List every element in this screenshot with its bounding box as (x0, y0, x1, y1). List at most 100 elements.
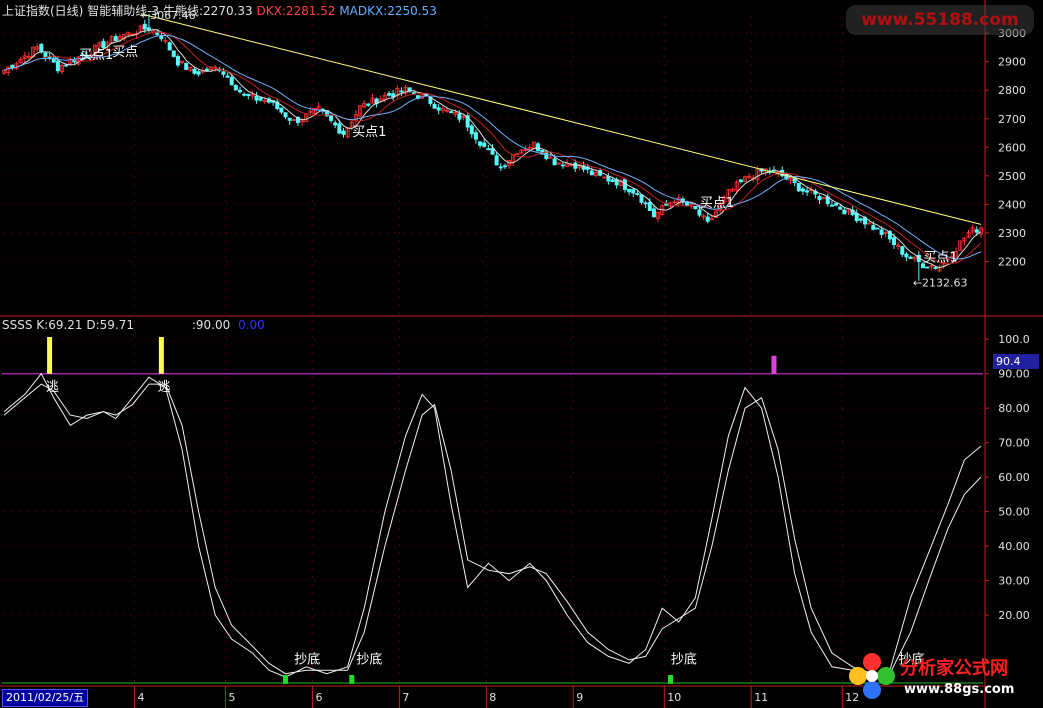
candle-body (279, 107, 284, 113)
chart-grid (2, 16, 985, 684)
madkx-label: MADKX:2250.53 (339, 4, 437, 18)
zero-label: 0.00 (238, 318, 265, 332)
watermark-title: 分析家公式网 (900, 658, 1008, 679)
price-tick-label: 2700 (998, 113, 1026, 126)
candle-body (627, 188, 632, 193)
candle-body (552, 158, 557, 166)
candle-body (610, 179, 615, 182)
candle-body (175, 56, 180, 66)
price-tick-label: 2200 (998, 255, 1026, 268)
candle-body (502, 165, 507, 168)
candle-body (43, 52, 48, 58)
buy-point-label: 买点1 (352, 125, 386, 140)
candle-body (469, 125, 474, 135)
indicator-tick-label: 90.00 (998, 368, 1030, 381)
flower-logo-icon (849, 653, 895, 699)
candle-body (196, 71, 201, 75)
candle-body (842, 209, 847, 215)
price-annotations: ←3067.46←2132.63买点1买点买点1买点1买点1 (79, 9, 968, 290)
candle-body (242, 93, 247, 96)
indicator-tick-label: 30.00 (998, 575, 1030, 588)
low-price-label: ←2132.63 (913, 277, 968, 290)
signal-label: 逃 (158, 380, 171, 395)
k-label: K:69.21 (36, 318, 83, 332)
candle-body (631, 189, 636, 194)
indicator-header: SSSS K:69.21 D:59.71 :90.00 0.00 (2, 318, 265, 332)
candle-body (908, 256, 913, 259)
candle-body (142, 23, 147, 30)
dkx-label: DKX:2281.52 (256, 4, 336, 18)
candle-body (486, 148, 491, 151)
candle-body (490, 147, 495, 155)
candle-body (738, 179, 743, 183)
candle-body (39, 43, 44, 53)
candle-body (10, 64, 15, 68)
price-tick-label: 2600 (998, 141, 1026, 154)
buy-point-label: 买点 (112, 45, 138, 60)
candle-body (192, 68, 197, 74)
date-tick-label: 10 (667, 691, 681, 704)
date-tick-label: 9 (576, 691, 583, 704)
date-tick-label: 8 (489, 691, 496, 704)
indicator-tick-label: 60.00 (998, 471, 1030, 484)
candle-body (829, 204, 834, 207)
x-axis-ticks: 4 5 6 7 8 9 10 11 12 (133, 686, 859, 708)
indicator-tick-label: 80.00 (998, 402, 1030, 415)
candle-body (900, 246, 905, 255)
candle-body (834, 203, 839, 206)
date-tick-label: 5 (229, 691, 236, 704)
buy-point-label: 买点1 (923, 250, 957, 265)
candle-body (494, 155, 499, 166)
date-tick-label: 7 (402, 691, 409, 704)
candle-body (329, 115, 334, 121)
indicator-name: 智能辅助线-3 (87, 4, 160, 18)
candle-body (560, 164, 565, 167)
candle-body (838, 206, 843, 210)
candle-body (221, 71, 226, 75)
price-tick-label: 2800 (998, 84, 1026, 97)
indicator-tick-label: 50.00 (998, 506, 1030, 519)
candle-body (391, 93, 396, 98)
price-tick-label: 2300 (998, 227, 1026, 240)
candle-body (225, 75, 230, 78)
candle-body (366, 103, 371, 106)
candle-body (473, 132, 478, 140)
candle-body (858, 218, 863, 221)
chart-frame (0, 0, 1043, 708)
candle-body (498, 166, 503, 169)
candle-body (536, 143, 541, 152)
date-tick-label: 6 (315, 691, 322, 704)
candle-body (875, 227, 880, 230)
cursor-value-box: 90.4 (993, 354, 1039, 369)
candle-body (167, 42, 172, 51)
candle-body (333, 122, 338, 126)
candle-body (871, 225, 876, 230)
candle-body (892, 237, 897, 245)
candle-body (64, 64, 69, 67)
watermark-url: www.88gs.com (904, 682, 1015, 697)
date-tick-label: 4 (137, 691, 144, 704)
signal-label: 抄底 (356, 651, 382, 667)
price-tick-label: 2400 (998, 198, 1026, 211)
candle-body (974, 229, 979, 233)
stock-chart[interactable]: ←3067.46←2132.63买点1买点买点1买点1买点1 逃逃抄底 抄底 抄底抄… (0, 0, 1043, 708)
candle-body (146, 27, 151, 30)
watermark-top: www.55188.com (846, 5, 1034, 35)
candle-body (805, 190, 810, 193)
candle-body (432, 103, 437, 109)
indicator-tick-label: 100.0 (998, 333, 1030, 346)
candle-body (925, 266, 930, 269)
candle-body (449, 111, 454, 114)
candle-body (387, 93, 392, 96)
candle-body (229, 77, 234, 86)
candle-body (693, 205, 698, 210)
indicator-tick-label: 40.00 (998, 540, 1030, 553)
buy-point-label: 买点1 (79, 48, 113, 63)
candle-body (643, 202, 648, 205)
indicator-tick-label: 70.00 (998, 437, 1030, 450)
candle-body (482, 142, 487, 147)
candle-body (55, 60, 60, 72)
indicator-tick-label: 20.00 (998, 609, 1030, 622)
candle-body (341, 130, 346, 135)
watermark-bottom: 分析家公式网 www.88gs.com (848, 648, 1038, 706)
